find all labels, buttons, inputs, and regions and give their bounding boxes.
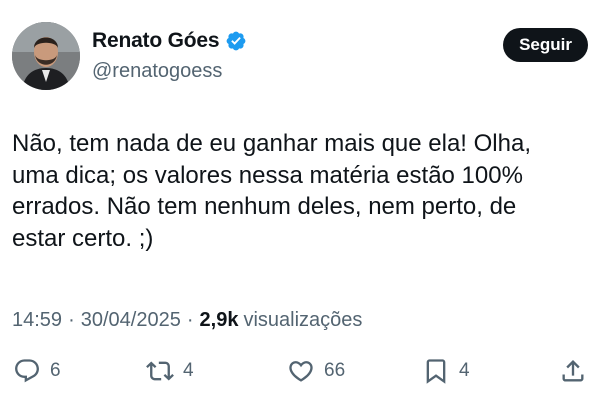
bookmark-icon — [426, 359, 446, 384]
reply-count: 6 — [50, 360, 61, 381]
tweet-time[interactable]: 14:59 — [12, 309, 62, 332]
avatar-image — [12, 22, 80, 90]
like-count: 66 — [324, 360, 346, 381]
avatar[interactable] — [12, 22, 80, 90]
verified-badge-icon — [225, 30, 247, 52]
author-handle[interactable]: @renatogoess — [92, 60, 247, 83]
reply-button[interactable]: 6 — [13, 356, 61, 386]
follow-button[interactable]: Seguir — [503, 28, 588, 62]
tweet-date[interactable]: 30/04/2025 — [81, 309, 181, 332]
tweet-meta: 14:59 · 30/04/2025 · 2,9k visualizações — [12, 309, 362, 332]
meta-separator: · — [68, 309, 75, 331]
author-info: Renato Góes @renatogoess — [92, 26, 247, 83]
views-count: 2,9k — [199, 309, 239, 331]
like-button[interactable]: 66 — [287, 356, 345, 386]
views-label: visualizações — [243, 309, 363, 331]
share-button[interactable] — [559, 356, 587, 386]
heart-icon — [289, 361, 313, 382]
bookmark-button[interactable]: 4 — [422, 356, 470, 386]
tweet-header: Renato Góes @renatogoess Seguir — [12, 22, 588, 92]
share-icon — [562, 360, 584, 382]
bookmark-count: 4 — [459, 360, 470, 381]
reply-icon — [15, 359, 39, 383]
retweet-count: 4 — [183, 360, 194, 381]
retweet-icon — [146, 361, 174, 381]
meta-separator: · — [186, 309, 194, 331]
retweet-button[interactable]: 4 — [146, 356, 194, 386]
name-row: Renato Góes — [92, 26, 247, 56]
action-bar: 6 4 66 4 — [0, 350, 600, 394]
author-name[interactable]: Renato Góes — [92, 29, 220, 53]
tweet-text: Não, tem nada de eu ganhar mais que ela!… — [12, 130, 531, 252]
